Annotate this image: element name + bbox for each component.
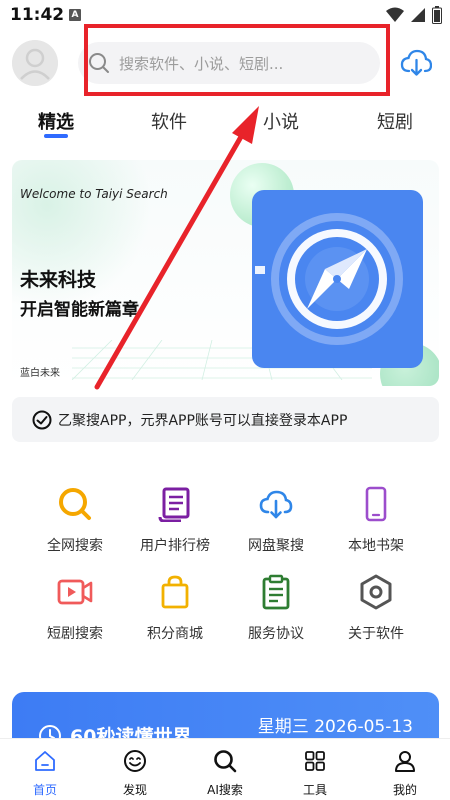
feature-label: 网盘聚搜: [248, 538, 304, 554]
clipboard-icon: [262, 574, 290, 610]
banner-tag: 蓝白未来: [20, 368, 60, 379]
cloud-download-button[interactable]: [400, 47, 432, 79]
tab-short-drama[interactable]: 短剧: [377, 108, 413, 134]
app-screen: 11:42 A 搜索软件、小说、短剧... 精选 软件 小说 短剧 Welcom…: [0, 0, 450, 800]
feature-drama-search[interactable]: 短剧搜索: [25, 574, 125, 643]
nav-discover[interactable]: 发现: [105, 749, 165, 798]
home-icon: [35, 751, 55, 771]
feature-label: 服务协议: [248, 626, 304, 642]
nav-home[interactable]: 首页: [15, 749, 75, 798]
nav-label: 我的: [392, 783, 417, 797]
nav-ai-search[interactable]: AI搜索: [195, 749, 255, 798]
daily-news-date: 星期三 2026-05-13: [257, 717, 413, 737]
check-circle-icon: [32, 410, 52, 429]
wifi-icon: [386, 7, 404, 22]
avatar[interactable]: [12, 40, 58, 86]
nav-mine[interactable]: 我的: [375, 749, 435, 798]
status-time: 11:42: [10, 5, 65, 25]
feature-points-mall[interactable]: 积分商城: [125, 574, 225, 643]
search-input[interactable]: 搜索软件、小说、短剧...: [78, 42, 380, 84]
notice-text: 乙聚搜APP，元界APP账号可以直接登录本APP: [58, 412, 348, 429]
feature-local-bookshelf[interactable]: 本地书架: [326, 486, 426, 555]
feature-label: 全网搜索: [47, 538, 103, 554]
compass-app-tile: [252, 190, 423, 368]
nav-label: 首页: [32, 783, 57, 797]
banner-headline: 未来科技: [20, 269, 97, 291]
nav-label: 发现: [122, 783, 147, 797]
shopping-bag-icon: [161, 575, 189, 609]
banner-subline: 开启智能新篇章: [20, 300, 139, 320]
feature-label: 短剧搜索: [47, 626, 103, 642]
user-icon: [395, 751, 415, 772]
feature-cloud-search[interactable]: 网盘聚搜: [226, 486, 326, 555]
feature-service-agreement[interactable]: 服务协议: [226, 574, 326, 643]
search-placeholder: 搜索软件、小说、短剧...: [119, 54, 284, 73]
nav-label: 工具: [302, 783, 327, 797]
search-icon: [59, 488, 91, 520]
feature-label: 关于软件: [348, 626, 404, 642]
notification-icon: A: [69, 9, 81, 21]
tab-featured[interactable]: 精选: [38, 108, 74, 134]
feature-about-app[interactable]: 关于软件: [326, 574, 426, 643]
scroll-icon: [158, 487, 190, 523]
phone-icon: [365, 486, 387, 522]
category-tabs: 精选 软件 小说 短剧: [0, 104, 450, 144]
feature-label: 本地书架: [348, 538, 404, 554]
cloud-download-icon: [259, 490, 293, 519]
feature-web-search[interactable]: 全网搜索: [25, 486, 125, 555]
signal-icon: [411, 8, 425, 22]
feature-label: 用户排行榜: [140, 538, 210, 554]
user-avatar-icon: [12, 40, 58, 86]
active-tab-indicator: [44, 134, 68, 138]
compass-icon: [255, 213, 403, 345]
grid-icon: [305, 751, 325, 771]
promo-banner[interactable]: Welcome to Taiyi Search 未来科技 开启智能新篇章 蓝白未…: [12, 160, 439, 386]
search-icon: [89, 53, 109, 73]
status-icons: [386, 6, 442, 24]
notice-bar[interactable]: 乙聚搜APP，元界APP账号可以直接登录本APP: [12, 397, 439, 442]
feature-user-ranking[interactable]: 用户排行榜: [125, 486, 225, 555]
feature-label: 积分商城: [147, 626, 203, 642]
nav-label: AI搜索: [207, 783, 243, 797]
battery-icon: [432, 6, 442, 24]
discover-icon: [124, 750, 146, 772]
video-icon: [57, 579, 93, 605]
status-bar: 11:42 A: [0, 0, 450, 32]
nav-tools[interactable]: 工具: [285, 749, 345, 798]
bottom-navigation: 首页 发现 AI搜索 工具 我的: [0, 738, 450, 800]
search-icon: [214, 750, 237, 773]
tab-software[interactable]: 软件: [151, 108, 187, 134]
banner-welcome: Welcome to Taiyi Search: [20, 187, 168, 201]
hexagon-icon: [360, 574, 392, 610]
tab-novels[interactable]: 小说: [263, 108, 299, 134]
